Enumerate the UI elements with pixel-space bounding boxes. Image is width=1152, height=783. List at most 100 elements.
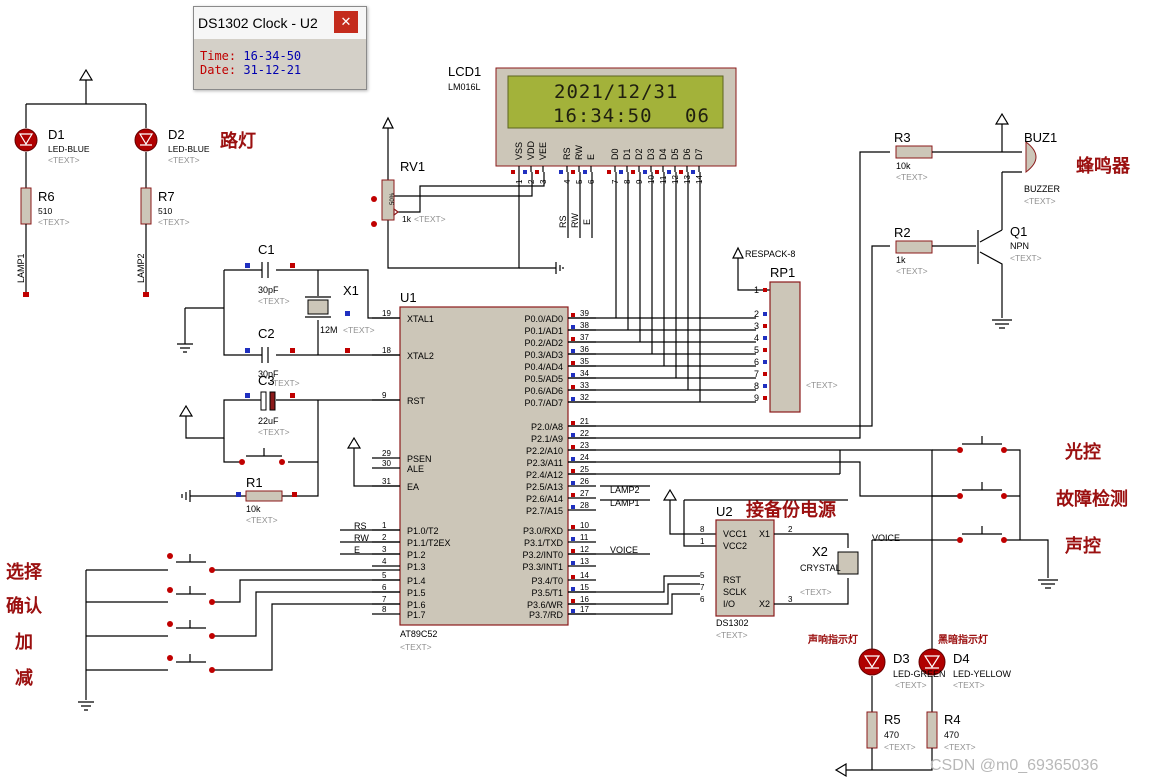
resistor-icon[interactable]	[245, 490, 283, 502]
text-placeholder: <TEXT>	[48, 155, 80, 165]
resistor-icon[interactable]	[895, 240, 933, 254]
mcu-pin-name: P2.5/A13	[526, 482, 563, 492]
led-icon[interactable]	[858, 648, 886, 676]
crystal-icon[interactable]	[837, 551, 859, 575]
mcu-pin-name: P3.2/INT0	[522, 550, 563, 560]
d4-ref: D4	[953, 651, 970, 666]
respack-body[interactable]	[769, 281, 801, 413]
resistor-icon[interactable]	[926, 711, 938, 749]
label-backup-power: 接备份电源	[746, 499, 836, 521]
mcu-pin-number: 34	[580, 369, 589, 378]
respack-pin-number: 3	[754, 321, 759, 331]
mcu-pin-name: P1.5	[407, 588, 426, 598]
mcu-pin-number: 3	[382, 545, 387, 554]
text-placeholder: <TEXT>	[896, 172, 928, 182]
mcu-pin-name: P1.4	[407, 576, 426, 586]
lcd-pin-label: RW	[574, 145, 584, 160]
led-icon[interactable]	[14, 128, 38, 152]
label-sound-indicator: 声响指示灯	[807, 633, 858, 646]
respack-pin-number: 5	[754, 345, 759, 355]
respack-ref: RP1	[770, 265, 795, 280]
mcu-pin-number: 25	[580, 465, 589, 474]
ds1302-model: DS1302	[716, 618, 749, 628]
crystal-icon[interactable]	[307, 299, 329, 315]
mcu-pin-name: P3.6/WR	[527, 600, 564, 610]
mcu-pin-name: P3.5/T1	[531, 588, 563, 598]
p0-bus: RS RW E	[558, 172, 756, 403]
mcu-pin-number: 13	[580, 557, 589, 566]
lcd-pin-label: D7	[694, 148, 704, 160]
mcu-pin-number: 27	[580, 489, 589, 498]
buz1-value: BUZZER	[1024, 184, 1061, 194]
mcu-pin-name: P0.3/AD3	[524, 350, 563, 360]
r5-value: 470	[884, 730, 899, 740]
lcd-pin-label: D5	[670, 148, 680, 160]
lcd-model: LM016L	[448, 82, 481, 92]
ds1302-clock-popup[interactable]: DS1302 Clock - U2 ✕ Time: 16-34-50 Date:…	[193, 6, 367, 90]
mcu-pin-number: 6	[382, 583, 387, 592]
q1-value: NPN	[1010, 241, 1029, 251]
lcd-pin-label: VSS	[514, 142, 524, 160]
r6-ref: R6	[38, 189, 55, 204]
d1-ref: D1	[48, 127, 65, 142]
resistor-icon[interactable]	[866, 711, 878, 749]
rw-net: RW	[570, 213, 580, 228]
buzzer-icon[interactable]	[1025, 140, 1037, 174]
power-terminal-icon	[662, 488, 678, 501]
lcd-pin-label: VEE	[538, 142, 548, 160]
text-placeholder: <TEXT>	[1010, 253, 1042, 263]
mcu-pin-number: 4	[382, 557, 387, 566]
sensor-switches: VOICE 光控 故障检测 声控	[839, 436, 1128, 628]
lcd-pin-label: D0	[610, 148, 620, 160]
x2-value: CRYSTAL	[800, 563, 841, 573]
mcu-pin-name: P1.1/T2EX	[407, 538, 451, 548]
respack-pin-number: 6	[754, 357, 759, 367]
respack-pin-number: 9	[754, 393, 759, 403]
d2-model: LED-BLUE	[168, 144, 210, 154]
mcu-pin-name: P1.0/T2	[407, 526, 439, 536]
label-light-ctrl: 光控	[1064, 441, 1101, 463]
mcu-pin-number: 19	[382, 309, 391, 318]
lamp1-net-p2: LAMP1	[610, 498, 640, 508]
lcd-pin-label: RS	[562, 147, 572, 160]
text-placeholder: <TEXT>	[258, 427, 290, 437]
mcu-pin-name: P2.4/A12	[526, 470, 563, 480]
power-terminal-icon	[346, 436, 362, 449]
mcu-pin-number: 24	[580, 453, 589, 462]
lcd-line2-time: 16:34:50	[553, 105, 653, 127]
q1-ref: Q1	[1010, 224, 1027, 239]
label-streetlight: 路灯	[220, 130, 256, 152]
led-icon[interactable]	[134, 128, 158, 152]
lamp1-net: LAMP1	[16, 253, 26, 283]
mcu-pin-number: 8	[382, 605, 387, 614]
r2-value: 1k	[896, 255, 906, 265]
c3-ref: C3	[258, 373, 275, 388]
mcu-pin-number: 2	[382, 533, 387, 542]
popup-titlebar[interactable]: DS1302 Clock - U2 ✕	[194, 7, 366, 39]
ds1302-pin-name: SCLK	[723, 587, 747, 597]
mcu-pin-number: 31	[382, 477, 391, 486]
ds1302-pin-number: 3	[788, 595, 793, 604]
resistor-icon[interactable]	[895, 145, 933, 159]
text-placeholder: <TEXT>	[716, 630, 748, 640]
mcu-pin-number: 9	[382, 391, 387, 400]
mcu-pin-name: P3.4/T0	[531, 576, 563, 586]
close-icon[interactable]: ✕	[334, 11, 358, 33]
resistor-icon[interactable]	[20, 187, 32, 225]
label-fault-detect: 故障检测	[1056, 488, 1128, 510]
resistor-icon[interactable]	[140, 187, 152, 225]
c3-value: 22uF	[258, 416, 279, 426]
mcu-pin-name: XTAL1	[407, 314, 434, 324]
power-terminal-icon	[178, 404, 194, 417]
mcu-pin-number: 39	[580, 309, 589, 318]
text-placeholder: <TEXT>	[246, 515, 278, 525]
lcd-pin-label: D2	[634, 148, 644, 160]
mcu-ref: U1	[400, 290, 417, 305]
text-placeholder: <TEXT>	[38, 217, 70, 227]
lcd-pin-label: D6	[682, 148, 692, 160]
label-add: 加	[14, 632, 33, 653]
mcu-pin-number: 37	[580, 333, 589, 342]
mcu-model: AT89C52	[400, 629, 437, 639]
mcu-pin-name: XTAL2	[407, 351, 434, 361]
lcd-pin-label: D3	[646, 148, 656, 160]
